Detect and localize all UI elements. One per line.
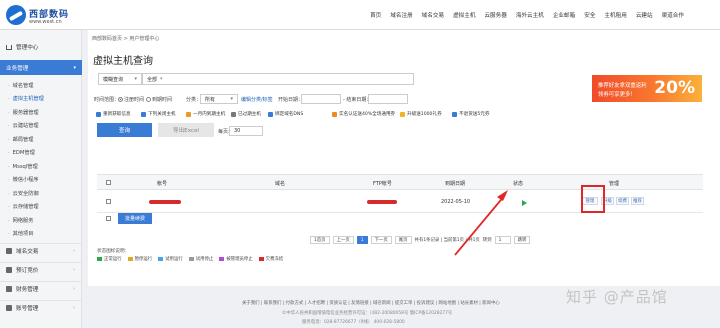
footer-links[interactable]: 关于我们 | 联系我们 | 付款方式 | 人才招聘 | 资质认证 | 友情链接 … [242, 300, 500, 306]
footer-phone: 服务电话：028-87726677（9线） 400-028-5800 [302, 320, 405, 325]
footer-icp: ©中华人民共和国增值电信业务经营许可证：川B2-20080058号 蜀ICP备1… [282, 311, 453, 316]
annotation-arrow [454, 190, 508, 256]
watermark: 知乎 @产品馆 [566, 288, 668, 306]
